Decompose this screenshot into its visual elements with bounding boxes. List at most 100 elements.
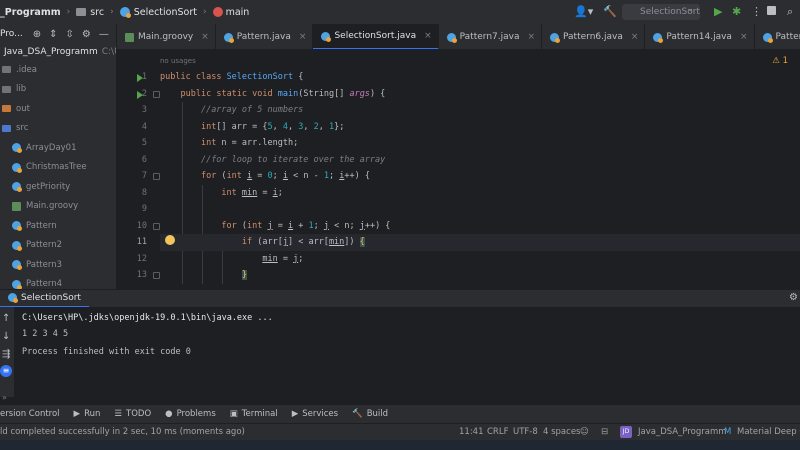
- line-number: 3: [141, 105, 147, 115]
- editor-tab[interactable]: SelectionSort.java ×: [313, 24, 439, 49]
- hide-icon[interactable]: —: [99, 29, 109, 40]
- breadcrumb-method-label: main: [225, 6, 250, 18]
- editor-tab-bar: Main.groovy × Pattern.java × SelectionSort.j…: [117, 24, 800, 50]
- filter-icon[interactable]: ≡: [0, 365, 12, 377]
- fold-icon[interactable]: [153, 173, 160, 180]
- tool-version-control[interactable]: ersion Control: [0, 409, 60, 419]
- fold-icon[interactable]: [153, 272, 160, 279]
- groovy-file-icon: [125, 32, 134, 42]
- status-message[interactable]: ld completed successfully in 2 sec, 10 m…: [0, 427, 245, 437]
- tree-item[interactable]: Pattern: [0, 216, 116, 236]
- editor-tab[interactable]: Pattern15.java×: [755, 24, 800, 49]
- debug-icon[interactable]: ✱: [732, 5, 741, 19]
- tree-item[interactable]: Main.groovy: [0, 197, 116, 217]
- code-editor[interactable]: no usages ⚠ 1 1 2 3 4 5 6 7 8 9 10 11 12 13 public c…: [117, 50, 800, 289]
- java-class-icon: [223, 32, 234, 43]
- more-icon[interactable]: ⋮: [751, 5, 762, 19]
- tree-item[interactable]: ArrayDay01: [0, 138, 116, 158]
- line-number: 11: [136, 237, 147, 247]
- project-name[interactable]: Java_DSA_Programm: [638, 427, 727, 437]
- lock-icon[interactable]: ⊟: [601, 427, 608, 437]
- tool-todo-label: TODO: [126, 409, 152, 419]
- tool-todo[interactable]: ☰ TODO: [114, 409, 151, 419]
- stop-icon[interactable]: [767, 6, 776, 15]
- editor-tab[interactable]: Pattern.java ×: [216, 24, 314, 49]
- tree-item[interactable]: getPriority: [0, 177, 116, 197]
- file-encoding[interactable]: UTF-8: [513, 427, 538, 437]
- indent-setting[interactable]: 4 spaces: [543, 427, 580, 437]
- tool-services[interactable]: ▶ Services: [292, 409, 338, 419]
- fold-icon[interactable]: [153, 222, 160, 230]
- run-gutter-icon[interactable]: [137, 74, 143, 82]
- theme-name[interactable]: Material Deep Oc: [737, 427, 800, 437]
- run-icon[interactable]: ▶: [714, 5, 722, 19]
- breadcrumb-file-label: SelectionSort: [133, 6, 197, 18]
- java-class-icon: [12, 279, 22, 290]
- close-icon[interactable]: ×: [299, 32, 307, 42]
- arrow-down-icon[interactable]: ↓: [2, 331, 10, 342]
- close-icon[interactable]: ×: [201, 32, 209, 42]
- project-panel-title[interactable]: Pro...: [0, 29, 23, 39]
- breadcrumb-file[interactable]: SelectionSort: [119, 6, 197, 18]
- tool-version-control-label: ersion Control: [0, 409, 60, 419]
- chevron-double-icon[interactable]: »: [2, 393, 7, 402]
- caret-position[interactable]: 11:41: [459, 427, 484, 437]
- run-config-select[interactable]: SelectionSort: [622, 4, 700, 20]
- tree-item[interactable]: out: [0, 99, 116, 119]
- method-icon: [212, 7, 223, 17]
- tree-item[interactable]: lib: [0, 80, 116, 100]
- java-class-icon: [446, 32, 457, 43]
- tool-run[interactable]: ▶ Run: [74, 409, 101, 419]
- run-side-toolbar: ↑ ↓ ⇶ ≡: [0, 307, 14, 397]
- run-console[interactable]: C:\Users\HP\.jdks\openjdk-19.0.1\bin\jav…: [14, 307, 800, 397]
- hammer-icon[interactable]: 🔨: [603, 5, 617, 19]
- close-icon[interactable]: ×: [631, 32, 639, 42]
- tool-build[interactable]: 🔨 Build: [352, 409, 388, 419]
- line-separator[interactable]: CRLF: [487, 427, 508, 437]
- editor-tab-label: Pattern14.java: [666, 32, 732, 42]
- arrow-up-icon[interactable]: ↑: [2, 313, 10, 324]
- search-icon[interactable]: ⌕: [787, 5, 793, 19]
- breadcrumb-method[interactable]: main: [212, 6, 250, 18]
- line-number: 10: [136, 220, 147, 231]
- close-icon[interactable]: ×: [424, 31, 432, 41]
- project-root[interactable]: Java_DSA_Programm C:\Users: [0, 44, 116, 60]
- collapse-all-icon[interactable]: ⇳: [65, 29, 73, 40]
- close-icon[interactable]: ×: [527, 32, 535, 42]
- fold-icon[interactable]: [153, 90, 160, 98]
- expand-all-icon[interactable]: ⇕: [49, 29, 57, 40]
- tree-item[interactable]: .idea: [0, 60, 116, 80]
- tool-problems[interactable]: ● Problems: [165, 409, 216, 419]
- line-number: 8: [141, 187, 147, 198]
- soft-wrap-icon[interactable]: ⇶: [2, 349, 10, 360]
- tree-item[interactable]: ChristmasTree: [0, 158, 116, 178]
- code-line: }: [241, 270, 248, 280]
- editor-tab[interactable]: Pattern6.java ×: [542, 24, 646, 49]
- code-area[interactable]: public class SelectionSort { public stat…: [160, 50, 800, 289]
- target-icon[interactable]: ⊕: [33, 29, 41, 40]
- tree-item-label: ArrayDay01: [26, 142, 77, 153]
- copilot-icon[interactable]: ☺: [580, 427, 589, 437]
- editor-tab[interactable]: Pattern7.java ×: [439, 24, 543, 49]
- code-line: for (int i = 0; i < n - 1; i++) {: [200, 171, 370, 181]
- tree-item-label: .idea: [16, 64, 37, 75]
- tree-item[interactable]: src: [0, 119, 116, 139]
- tool-terminal[interactable]: ▣ Terminal: [230, 409, 278, 419]
- settings-icon[interactable]: ⚙: [82, 29, 91, 40]
- settings-icon[interactable]: ⚙: [789, 292, 798, 303]
- avatar[interactable]: JD: [620, 426, 632, 438]
- tree-item[interactable]: Pattern2: [0, 236, 116, 256]
- user-icon[interactable]: 👤▾: [574, 5, 593, 19]
- editor-tab[interactable]: Pattern14.java ×: [645, 24, 755, 49]
- line-number: 12: [136, 253, 147, 264]
- code-line: public class SelectionSort {: [160, 72, 304, 82]
- chevron-right-icon: ›: [110, 7, 114, 17]
- run-gutter-icon[interactable]: [137, 90, 143, 99]
- editor-tab[interactable]: Main.groovy ×: [117, 24, 216, 49]
- lightbulb-icon[interactable]: [165, 235, 175, 245]
- close-icon[interactable]: ×: [740, 32, 748, 42]
- breadcrumb-project[interactable]: _Programm: [0, 7, 61, 18]
- breadcrumb-src[interactable]: src: [76, 7, 104, 18]
- tree-item[interactable]: Pattern3: [0, 255, 116, 275]
- run-tab[interactable]: SelectionSort: [0, 290, 89, 308]
